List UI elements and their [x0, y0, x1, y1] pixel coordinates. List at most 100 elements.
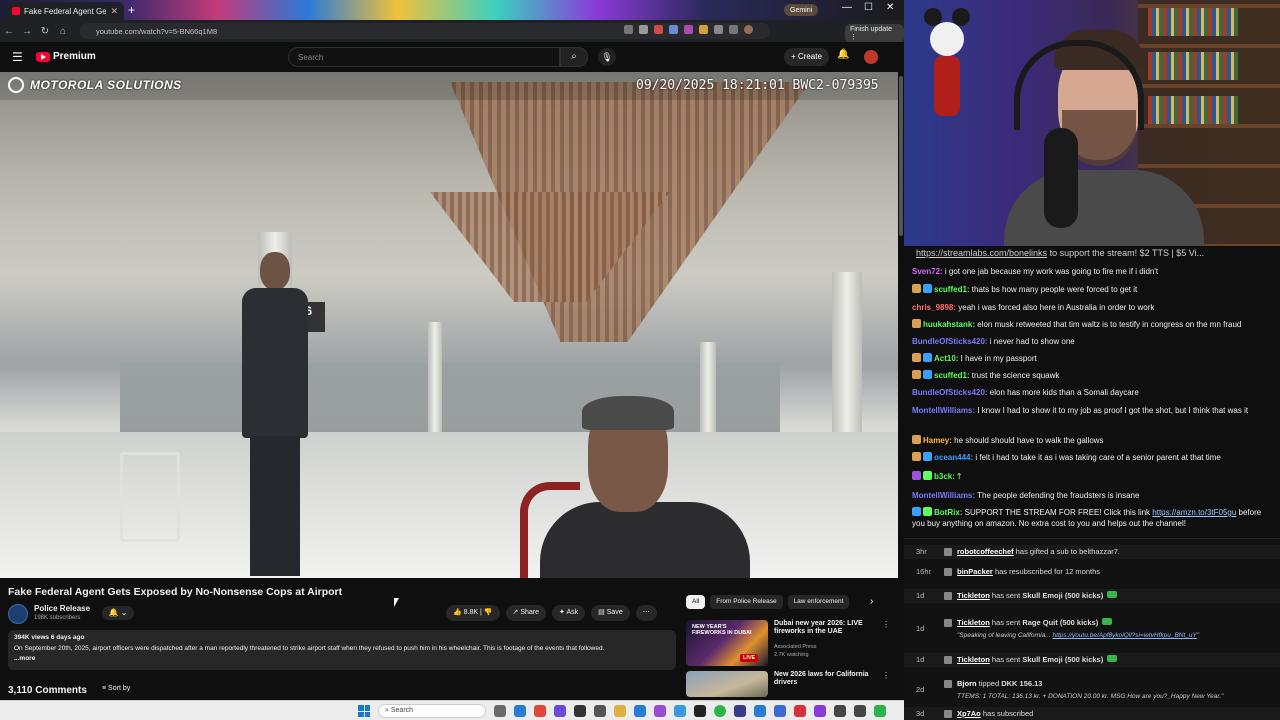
back-icon[interactable]: ←: [0, 26, 18, 37]
chips-next-chevron-icon[interactable]: ›: [870, 596, 873, 607]
app-icon[interactable]: [754, 705, 766, 717]
install-icon[interactable]: [624, 25, 633, 34]
app-icon[interactable]: [634, 705, 646, 717]
like-button[interactable]: 👍 8.8K | 👎: [446, 605, 500, 621]
chat-username[interactable]: BotRix:: [934, 508, 962, 517]
create-button[interactable]: + Create: [784, 48, 829, 66]
voice-search-button[interactable]: 🎙: [598, 48, 616, 66]
event-user[interactable]: binPacker: [957, 567, 993, 576]
chat-link[interactable]: https://amzn.to/3tF05gu: [1152, 508, 1236, 517]
channel-avatar[interactable]: [8, 604, 28, 624]
account-avatar[interactable]: [864, 50, 878, 64]
share-button[interactable]: ↗ Share: [505, 605, 547, 621]
extension-blue-icon[interactable]: [669, 25, 678, 34]
app-icon[interactable]: [554, 705, 566, 717]
app-icon[interactable]: [834, 705, 846, 717]
app-icon[interactable]: [854, 705, 866, 717]
description-box[interactable]: 394K views 6 days ago On September 20th,…: [8, 630, 676, 670]
more-actions-button[interactable]: ⋯: [635, 605, 657, 621]
chat-username[interactable]: MontellWilliams:: [912, 491, 975, 500]
windows-start-icon[interactable]: [358, 705, 370, 717]
profile-icon[interactable]: [744, 25, 753, 34]
task-view-icon[interactable]: [494, 705, 506, 717]
thumbs-down-icon[interactable]: 👎: [484, 609, 493, 616]
chip-from-police-release[interactable]: From Police Release: [710, 595, 783, 609]
new-tab-button[interactable]: +: [128, 3, 135, 17]
close-tab-icon[interactable]: ✕: [110, 6, 118, 17]
terminal-icon[interactable]: [574, 705, 586, 717]
marquee-link[interactable]: https://streamlabs.com/bonelinks: [916, 248, 1047, 258]
sort-by-button[interactable]: ≡ Sort by: [102, 685, 130, 692]
event-user[interactable]: robotcoffeechef: [957, 547, 1014, 556]
bookmark-star-icon[interactable]: [639, 25, 648, 34]
subscription-bell-button[interactable]: 🔔 ⌄: [102, 606, 134, 620]
search-input[interactable]: Search: [288, 47, 560, 67]
chip-law-enforcement[interactable]: Law enforcement: [787, 595, 850, 609]
chat-username[interactable]: huukahstank:: [923, 320, 975, 329]
extension-red-icon[interactable]: [654, 25, 663, 34]
forward-icon[interactable]: →: [18, 26, 36, 37]
channel-name[interactable]: Police Release: [34, 604, 90, 613]
recommendation-item[interactable]: New 2026 laws for California drivers ⋮: [686, 671, 892, 697]
file-explorer-icon[interactable]: [614, 705, 626, 717]
event-user[interactable]: Xp7Ao: [957, 709, 981, 718]
notifications-bell-icon[interactable]: 🔔: [837, 49, 849, 60]
menu-icon[interactable]: ☰: [12, 50, 23, 64]
app-icon[interactable]: [674, 705, 686, 717]
app-icon[interactable]: [814, 705, 826, 717]
extension-purple-icon[interactable]: [684, 25, 693, 34]
recommendation-title[interactable]: Dubai new year 2026: LIVE fireworks in t…: [774, 620, 880, 637]
more-options-icon[interactable]: ⋮: [882, 671, 890, 680]
app-icon[interactable]: [594, 705, 606, 717]
minimize-icon[interactable]: —: [842, 2, 852, 13]
maximize-icon[interactable]: ☐: [864, 2, 873, 13]
chat-username[interactable]: scuffed1:: [934, 285, 970, 294]
chat-username[interactable]: Act10:: [934, 354, 958, 363]
recommendation-title[interactable]: New 2026 laws for California drivers: [774, 671, 880, 688]
chat-username[interactable]: ocean444:: [934, 453, 973, 462]
app-icon[interactable]: [794, 705, 806, 717]
show-more-link[interactable]: ...more: [14, 655, 670, 662]
event-user[interactable]: Tickleton: [957, 591, 990, 600]
chat-username[interactable]: scuffed1:: [934, 371, 970, 380]
extensions-puzzle-icon[interactable]: [714, 25, 723, 34]
gemini-button[interactable]: Gemini: [784, 4, 819, 16]
more-options-icon[interactable]: ⋮: [882, 620, 890, 629]
chat-username[interactable]: chris_9898:: [912, 303, 956, 312]
finish-update-button[interactable]: Finish update ⋮: [845, 24, 904, 43]
event-user[interactable]: Tickleton: [957, 655, 990, 664]
app-icon[interactable]: [774, 705, 786, 717]
youtube-premium-logo[interactable]: Premium: [36, 51, 96, 62]
chat-username[interactable]: BundleOfSticks420:: [912, 337, 988, 346]
spotify-icon[interactable]: [714, 705, 726, 717]
chat-username[interactable]: b3ck:: [934, 472, 955, 481]
reload-icon[interactable]: ↻: [36, 26, 54, 37]
app-icon[interactable]: [694, 705, 706, 717]
chat-username[interactable]: Sven72:: [912, 267, 943, 276]
close-window-icon[interactable]: ✕: [886, 2, 894, 13]
recommendation-item[interactable]: NEW YEAR'S FIREWORKS IN DUBAI LIVE Dubai…: [686, 620, 892, 670]
recommendation-thumbnail[interactable]: NEW YEAR'S FIREWORKS IN DUBAI LIVE: [686, 620, 768, 666]
edge-icon[interactable]: [514, 705, 526, 717]
chat-username[interactable]: Hamey:: [923, 436, 952, 445]
save-button[interactable]: ▤ Save: [591, 605, 630, 621]
kick-icon[interactable]: [874, 705, 886, 717]
app-icon[interactable]: [654, 705, 666, 717]
event-message-link[interactable]: https://youtu.be/Apf8ykolQll?si=ietvHfkp…: [1053, 632, 1197, 639]
chrome-icon[interactable]: [534, 705, 546, 717]
ask-button[interactable]: ✦ Ask: [552, 605, 586, 621]
browser-tab-youtube[interactable]: Fake Federal Agent Gets Ex ✕: [6, 2, 124, 20]
home-icon[interactable]: ⌂: [54, 26, 72, 37]
chip-all[interactable]: All: [686, 595, 706, 609]
scrollbar-thumb[interactable]: [899, 76, 903, 236]
app-icon[interactable]: [734, 705, 746, 717]
chat-username[interactable]: MontellWilliams:: [912, 406, 975, 415]
recommendation-thumbnail[interactable]: [686, 671, 768, 697]
chat-username[interactable]: BundleOfSticks420:: [912, 388, 988, 397]
event-user[interactable]: Tickleton: [957, 618, 990, 627]
sidebar-icon[interactable]: [729, 25, 738, 34]
event-user[interactable]: Bjorn: [957, 679, 977, 688]
video-player[interactable]: T6 MOTOROLA SOLUTIONS 09/20/2025 18:21:0…: [0, 72, 898, 578]
extension-yellow-icon[interactable]: [699, 25, 708, 34]
search-button[interactable]: ⌕: [560, 47, 588, 67]
